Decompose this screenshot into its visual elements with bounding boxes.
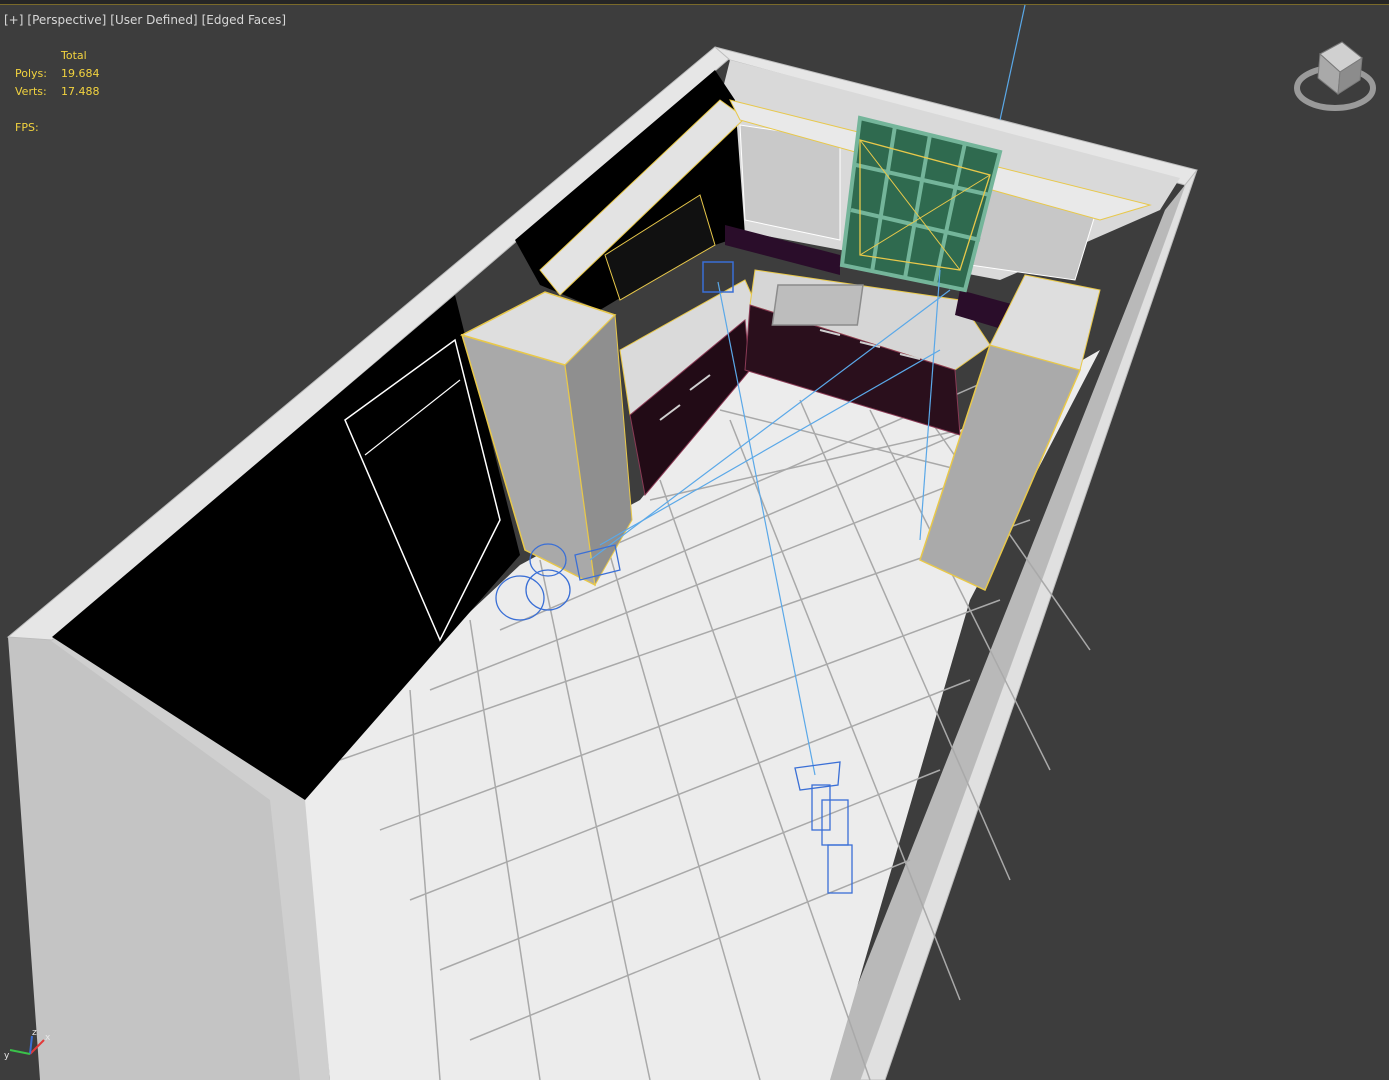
- statistics-overlay: Total Polys: 19.684 Verts: 17.488 FPS:: [15, 47, 100, 137]
- stats-polys-label: Polys:: [15, 67, 47, 80]
- axis-y-label: y: [4, 1051, 10, 1061]
- viewport-view-label[interactable]: [Perspective]: [27, 12, 106, 28]
- axis-x-label: x: [45, 1033, 51, 1043]
- stats-verts-label: Verts:: [15, 85, 47, 98]
- camera-target-line-1: [999, 4, 1026, 121]
- stats-verts-row: Verts: 17.488: [15, 83, 100, 101]
- stats-fps-label: FPS:: [15, 121, 39, 134]
- viewport-menu-plus[interactable]: [+]: [4, 12, 23, 28]
- viewport-shading-label[interactable]: [User Defined]: [110, 12, 197, 28]
- axis-tripod-icon: x z y: [4, 1028, 51, 1061]
- viewcube-icon[interactable]: [1290, 36, 1380, 116]
- camera-target-box[interactable]: [702, 261, 734, 293]
- viewport-label: [+] [Perspective] [User Defined] [Edged …: [4, 12, 286, 28]
- stats-verts-value: 17.488: [61, 85, 100, 98]
- sink[interactable]: [771, 284, 864, 326]
- stats-total-header: Total: [61, 49, 87, 62]
- viewport-display-mode-label[interactable]: [Edged Faces]: [202, 12, 286, 28]
- stats-polys-value: 19.684: [61, 67, 100, 80]
- viewport-scene[interactable]: [0, 0, 1389, 1080]
- axis-z-label: z: [32, 1028, 37, 1038]
- stats-polys-row: Polys: 19.684: [15, 65, 100, 83]
